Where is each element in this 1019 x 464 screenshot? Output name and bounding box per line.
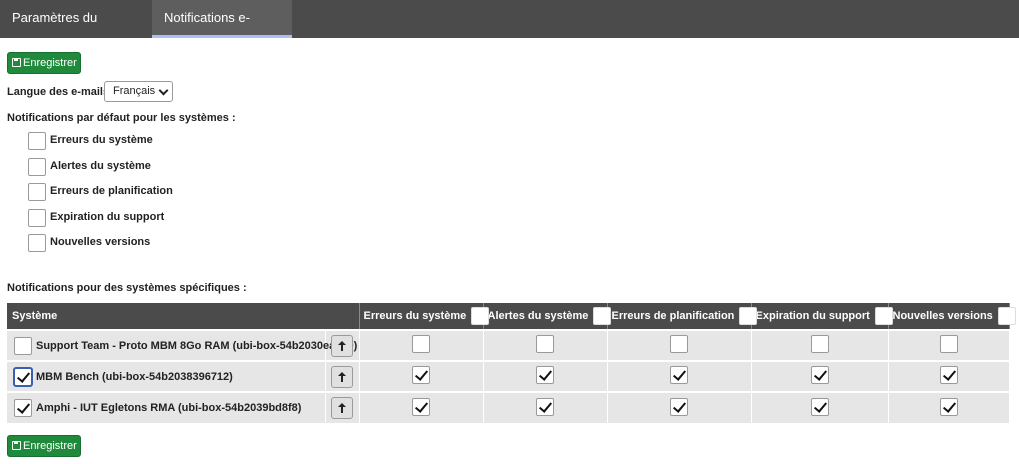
cell-new-versions <box>888 360 1010 392</box>
row-checkbox-new-versions[interactable] <box>939 335 958 353</box>
cell-support-expiration <box>751 391 889 423</box>
row-select-checkbox[interactable] <box>14 336 32 355</box>
row-checkbox-system-alerts[interactable] <box>536 335 555 353</box>
default-checkbox-scheduling-errors[interactable] <box>28 183 46 201</box>
select-all-support-expiration-checkbox[interactable] <box>874 307 893 325</box>
select-all-system-alerts-checkbox[interactable] <box>593 307 612 325</box>
system-name: Support Team - Proto MBM 8Go RAM (ubi-bo… <box>36 339 358 352</box>
email-language-label: Langue des e-mails : <box>7 86 116 98</box>
cell-new-versions <box>888 329 1010 361</box>
cell-new-versions <box>888 391 1010 423</box>
column-header-new-versions: Nouvelles versions <box>888 303 1016 330</box>
system-name-cell: Amphi - IUT Egletons RMA (ubi-box-54b203… <box>7 391 326 423</box>
column-header-system-errors: Erreurs du système <box>359 303 490 330</box>
table-row: Amphi - IUT Egletons RMA (ubi-box-54b203… <box>7 391 1010 423</box>
row-checkbox-support-expiration[interactable] <box>810 366 829 384</box>
move-cell <box>325 360 360 392</box>
column-header-label: Alertes du système <box>487 309 589 322</box>
column-header-label: Expiration du support <box>755 309 870 322</box>
cell-system-alerts <box>483 391 608 423</box>
column-header-label: Nouvelles versions <box>892 309 993 322</box>
default-option-label: Alertes du système <box>50 160 151 172</box>
move-up-button[interactable] <box>331 334 353 357</box>
save-button-label: Enregistrer <box>23 440 77 452</box>
floppy-disk-icon <box>12 58 21 67</box>
default-notifications-title: Notifications par défaut pour les systèm… <box>7 112 236 124</box>
default-checkbox-support-expiration[interactable] <box>28 209 46 227</box>
save-button-label: Enregistrer <box>23 57 77 69</box>
row-checkbox-system-errors[interactable] <box>412 335 431 353</box>
select-all-scheduling-errors-checkbox[interactable] <box>739 307 758 325</box>
row-checkbox-system-alerts[interactable] <box>536 366 555 384</box>
row-checkbox-scheduling-errors[interactable] <box>670 335 689 353</box>
email-language-select[interactable]: Français <box>104 81 173 102</box>
table-header-row: Système Erreurs du système Alertes du sy… <box>7 303 1016 330</box>
cell-system-errors <box>359 360 484 392</box>
system-name: MBM Bench (ubi-box-54b2038396712) <box>36 370 233 383</box>
row-checkbox-scheduling-errors[interactable] <box>670 366 689 384</box>
column-header-scheduling-errors: Erreurs de planification <box>607 303 758 330</box>
default-checkbox-system-errors[interactable] <box>28 132 46 150</box>
move-up-button[interactable] <box>331 365 353 388</box>
chevron-down-icon <box>158 85 169 96</box>
tab-bar: Paramètres du compte Notifications e-mai… <box>0 0 1019 61</box>
tab-email-notifications[interactable]: Notifications e-mails <box>152 0 292 61</box>
systems-table: Système Erreurs du système Alertes du sy… <box>7 303 1016 423</box>
system-name-cell: MBM Bench (ubi-box-54b2038396712) <box>7 360 326 392</box>
table-row: MBM Bench (ubi-box-54b2038396712) <box>7 360 1010 392</box>
row-select-checkbox[interactable] <box>14 399 32 417</box>
default-option-label: Expiration du support <box>50 211 165 223</box>
floppy-disk-icon <box>12 441 21 450</box>
system-name-cell: Support Team - Proto MBM 8Go RAM (ubi-bo… <box>7 329 357 361</box>
cell-system-alerts <box>483 329 608 361</box>
table-row: Support Team - Proto MBM 8Go RAM (ubi-bo… <box>7 329 1010 361</box>
row-checkbox-system-alerts[interactable] <box>536 397 555 416</box>
column-header-label: Erreurs du système <box>363 309 467 322</box>
default-option-label: Erreurs du système <box>50 134 153 146</box>
row-checkbox-support-expiration[interactable] <box>810 335 829 353</box>
default-checkbox-new-versions[interactable] <box>28 234 46 252</box>
move-cell <box>325 391 360 423</box>
cell-scheduling-errors <box>607 360 752 392</box>
arrow-up-icon <box>338 403 346 413</box>
row-select-checkbox[interactable] <box>14 367 32 386</box>
cell-scheduling-errors <box>607 391 752 423</box>
column-header-label: Erreurs de planification <box>611 309 735 322</box>
cell-system-errors <box>359 391 484 423</box>
tab-account-settings[interactable]: Paramètres du compte <box>0 0 152 61</box>
email-language-value: Français <box>113 85 156 97</box>
row-checkbox-scheduling-errors[interactable] <box>670 397 689 416</box>
column-header-system: Système <box>7 303 360 330</box>
cell-system-errors <box>359 329 484 361</box>
default-checkbox-system-alerts[interactable] <box>28 158 46 176</box>
system-name: Amphi - IUT Egletons RMA (ubi-box-54b203… <box>36 402 302 414</box>
row-checkbox-system-errors[interactable] <box>412 397 431 416</box>
move-up-button[interactable] <box>331 397 353 419</box>
select-all-new-versions-checkbox[interactable] <box>997 307 1016 325</box>
cell-scheduling-errors <box>607 329 752 361</box>
column-header-system-alerts: Alertes du système <box>483 303 612 330</box>
default-option-label: Erreurs de planification <box>50 185 173 197</box>
row-checkbox-new-versions[interactable] <box>939 397 958 416</box>
save-button-bottom[interactable]: Enregistrer <box>7 435 81 457</box>
cell-system-alerts <box>483 360 608 392</box>
row-checkbox-support-expiration[interactable] <box>810 397 829 416</box>
arrow-up-icon <box>338 340 346 351</box>
default-option-label: Nouvelles versions <box>50 236 151 248</box>
column-header-support-expiration: Expiration du support <box>751 303 893 330</box>
arrow-up-icon <box>338 371 346 382</box>
cell-support-expiration <box>751 360 889 392</box>
cell-support-expiration <box>751 329 889 361</box>
row-checkbox-new-versions[interactable] <box>939 366 958 384</box>
row-checkbox-system-errors[interactable] <box>412 366 431 384</box>
specific-notifications-title: Notifications pour des systèmes spécifiq… <box>7 282 247 294</box>
save-button-top[interactable]: Enregistrer <box>7 52 81 74</box>
select-all-system-errors-checkbox[interactable] <box>471 307 490 325</box>
